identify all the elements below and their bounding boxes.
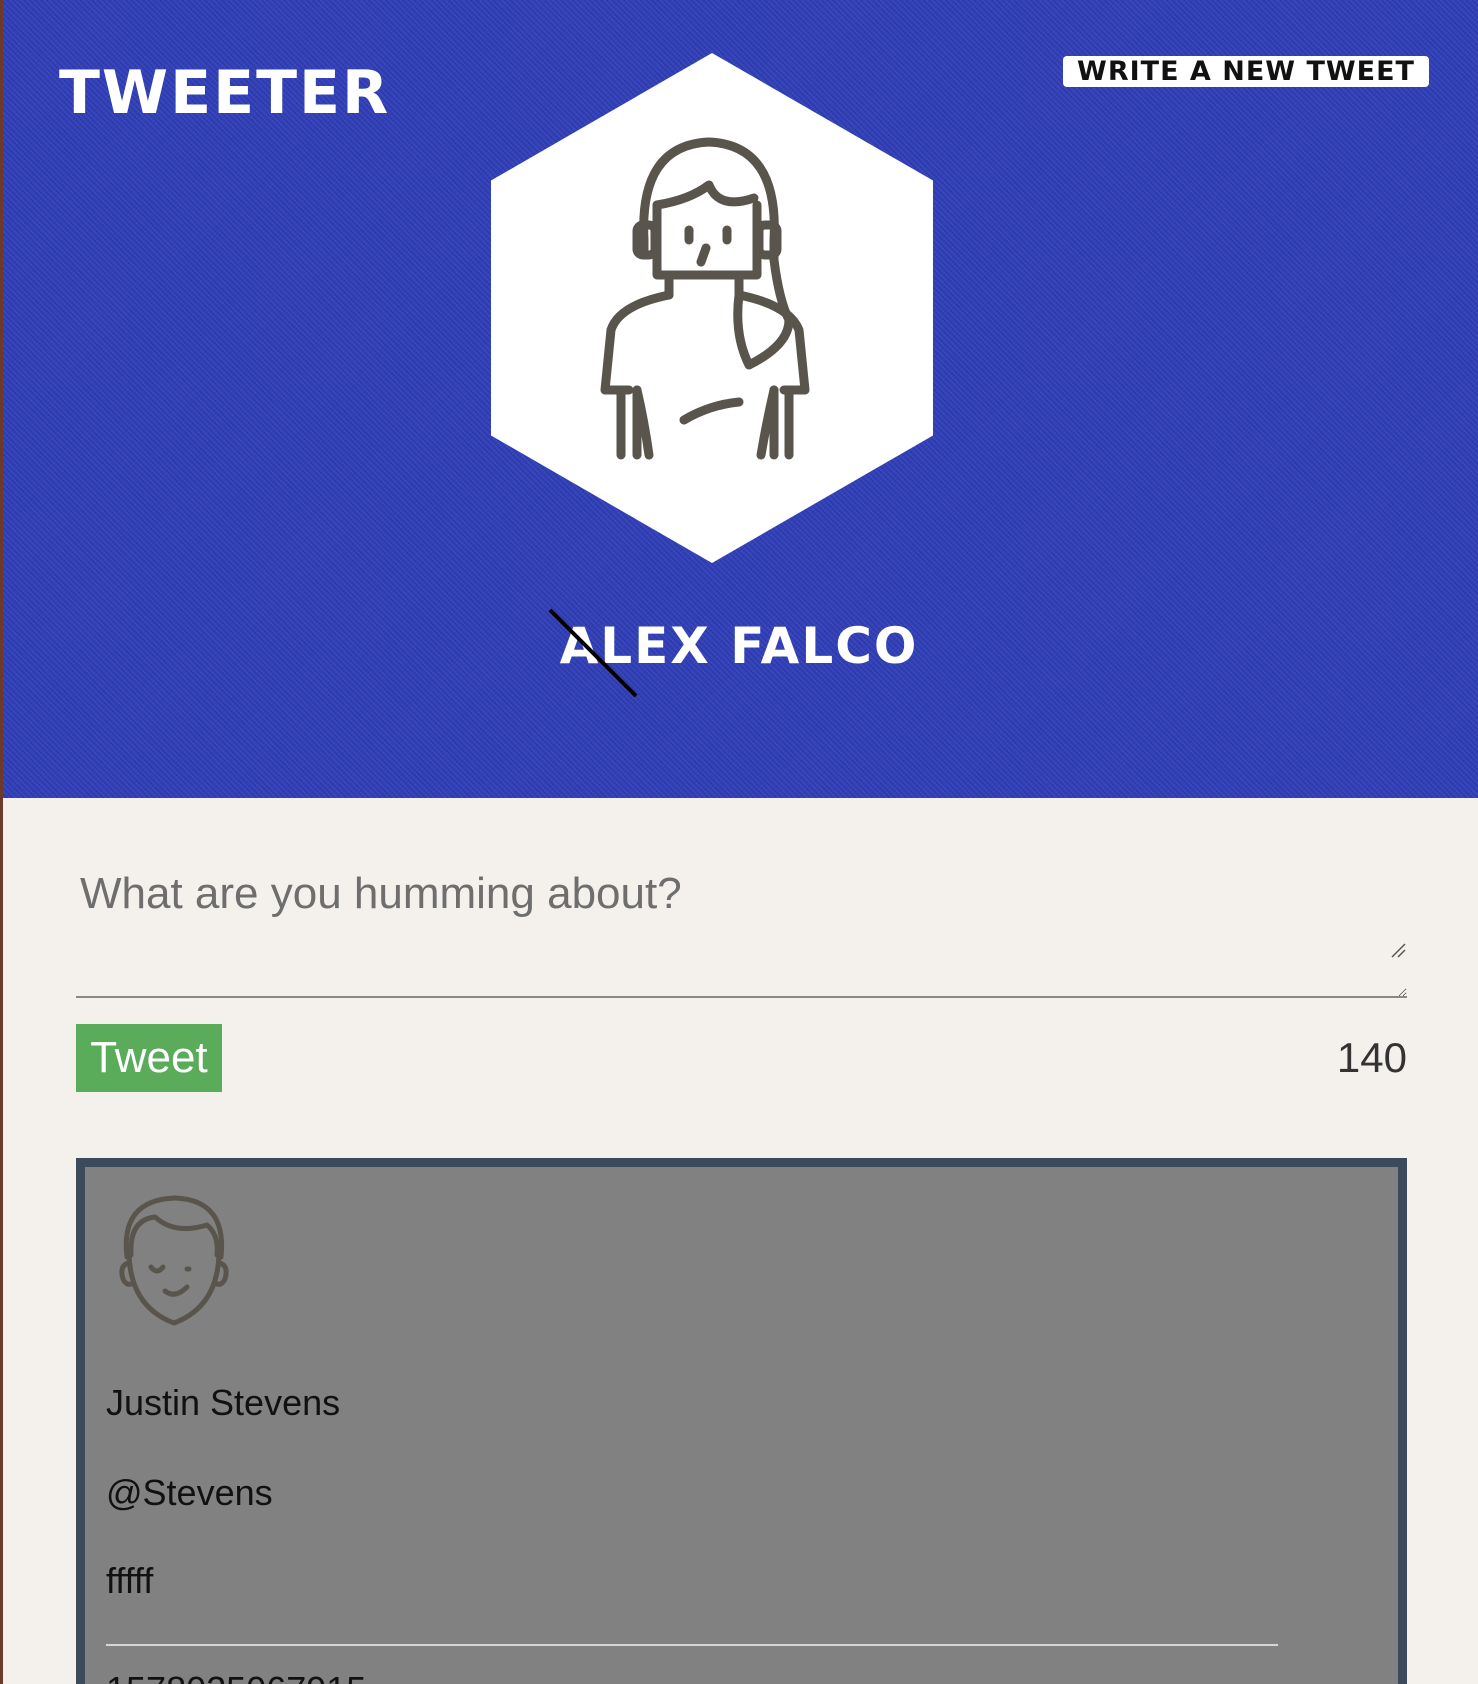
woman-avatar-icon bbox=[600, 137, 810, 460]
tweet-content: fffff bbox=[106, 1560, 154, 1601]
char-counter: 140 bbox=[1336, 1034, 1407, 1081]
resize-handle-icon[interactable] bbox=[1390, 942, 1406, 958]
app-logo[interactable]: TWEETER bbox=[59, 58, 390, 128]
write-new-tweet-button[interactable]: WRITE A NEW TWEET bbox=[1063, 56, 1429, 87]
tweet-timestamp: 1578025067915 bbox=[106, 1667, 366, 1684]
man-avatar-icon bbox=[119, 1195, 229, 1326]
strike-mark bbox=[548, 608, 638, 698]
tweet-composer bbox=[76, 855, 1407, 997]
tweet-author-name: Justin Stevens bbox=[106, 1382, 341, 1423]
tweet-card: Justin Stevens @Stevens fffff 1578025067… bbox=[76, 1158, 1407, 1684]
tweet-submit-button[interactable]: Tweet bbox=[76, 1024, 222, 1092]
tweet-divider bbox=[106, 1644, 1278, 1646]
profile-name: ALEX FALCO bbox=[559, 617, 919, 675]
tweet-input[interactable] bbox=[76, 855, 1407, 997]
composer-underline bbox=[76, 996, 1407, 998]
tweet-author-handle[interactable]: @Stevens bbox=[106, 1470, 273, 1516]
page: TWEETER WRITE A NEW TWEET ALEX FALCO Wha… bbox=[0, 0, 1478, 1684]
